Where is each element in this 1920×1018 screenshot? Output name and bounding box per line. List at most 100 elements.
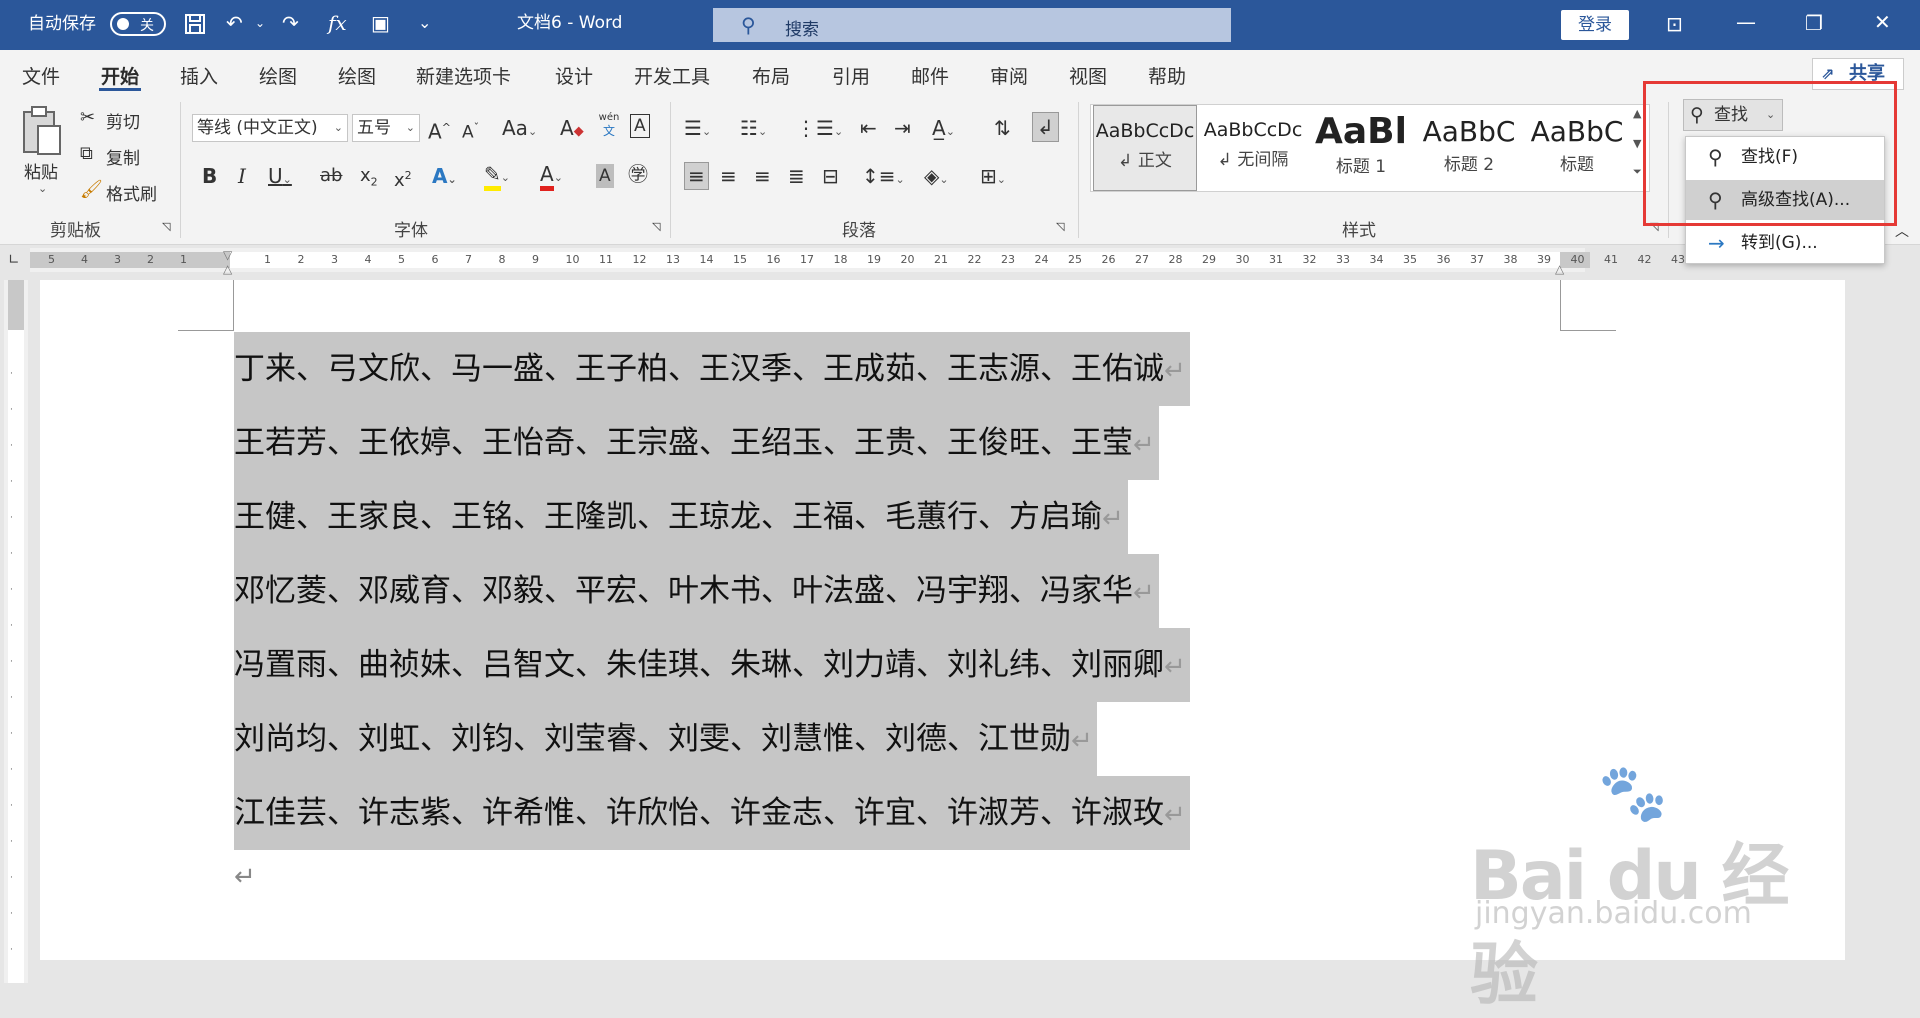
document-line[interactable]: 冯置雨、曲祯妹、吕智文、朱佳琪、朱琳、刘力靖、刘礼纬、刘丽卿↵ xyxy=(234,628,1190,702)
right-indent-marker[interactable]: △ xyxy=(1555,262,1564,276)
highlight-color-icon[interactable]: ✎⌄ xyxy=(484,162,510,191)
gallery-more-icon[interactable]: ⏷ xyxy=(1633,165,1642,179)
customize-qat-icon[interactable]: ⌄ xyxy=(418,11,431,35)
paste-icon[interactable] xyxy=(18,104,68,158)
horizontal-ruler[interactable]: 54321 1 2 3 4 5 6 7 8 9 10 11 12 13 14 15 16 17 18 19 20 21 2… xyxy=(30,248,1685,276)
restore-icon[interactable]: ❐ xyxy=(1805,11,1823,35)
style-normal[interactable]: AaBbCcDc ↲ 正文 xyxy=(1093,105,1197,191)
tab-view[interactable]: 视图 xyxy=(1069,62,1107,89)
menu-item-goto[interactable]: → 转到(G)... xyxy=(1686,223,1884,263)
phonetic-guide-icon[interactable]: wén 文 xyxy=(596,112,622,142)
paragraph-launcher-icon[interactable]: ◹ xyxy=(1056,220,1064,233)
shading-icon[interactable]: ◈⌄ xyxy=(924,164,949,192)
tab-help[interactable]: 帮助 xyxy=(1148,62,1186,89)
document-line[interactable]: 王健、王家良、王铭、王隆凯、王琼龙、王福、毛蕙行、方启瑜↵ xyxy=(234,480,1128,554)
autosave-toggle[interactable]: 关 xyxy=(110,12,166,36)
login-button[interactable]: 登录 xyxy=(1561,10,1629,40)
character-border-icon[interactable]: A xyxy=(630,114,650,138)
hanging-indent-marker[interactable]: △ xyxy=(223,262,232,276)
save-icon[interactable] xyxy=(183,12,207,41)
numbering-icon[interactable]: ☷⌄ xyxy=(740,116,767,144)
style-no-spacing[interactable]: AaBbCcDc ↲ 无间隔 xyxy=(1201,105,1305,191)
tab-layout[interactable]: 布局 xyxy=(752,62,790,89)
clipboard-launcher-icon[interactable]: ◹ xyxy=(162,220,170,233)
paste-dropdown-icon[interactable]: ⌄ xyxy=(38,182,47,195)
redo-icon[interactable]: ↷ xyxy=(282,11,299,35)
line-spacing-icon[interactable]: ↕≡⌄ xyxy=(862,164,905,192)
increase-indent-icon[interactable]: ⇥ xyxy=(894,116,911,140)
text-effects-icon[interactable]: A⌄ xyxy=(432,164,457,192)
share-button[interactable]: ⇗ 共享 xyxy=(1812,58,1904,90)
undo-icon[interactable]: ↶ xyxy=(226,11,243,35)
clear-formatting-icon[interactable]: A◆ xyxy=(560,116,584,144)
justify-icon[interactable]: ≣ xyxy=(788,164,805,188)
character-shading-icon[interactable]: A xyxy=(596,164,614,188)
distributed-icon[interactable]: ⊟ xyxy=(822,164,839,188)
paste-button[interactable]: 粘贴 xyxy=(24,158,58,183)
italic-icon[interactable]: I xyxy=(238,164,246,188)
tab-insert[interactable]: 插入 xyxy=(180,62,218,89)
sort-icon[interactable]: ⇅ xyxy=(994,116,1011,140)
tab-home[interactable]: 开始 xyxy=(101,62,139,89)
find-button[interactable]: ⚲ 查找 ⌄ xyxy=(1683,99,1783,131)
font-name-select[interactable]: 等线 (中文正文) ⌄ xyxy=(192,114,348,142)
chinese-layout-icon[interactable]: A̲⌄ xyxy=(932,116,955,144)
cut-button[interactable]: 剪切 xyxy=(106,108,140,133)
gallery-scroll-up-icon[interactable]: ▲ xyxy=(1633,107,1641,120)
tab-design[interactable]: 设计 xyxy=(555,62,593,89)
document-line[interactable]: 王若芳、王依婷、王怡奇、王宗盛、王绍玉、王贵、王俊旺、王莹↵ xyxy=(234,406,1159,480)
bullets-icon[interactable]: ☰⌄ xyxy=(684,116,711,144)
tab-file[interactable]: 文件 xyxy=(22,62,60,89)
superscript-icon[interactable]: x2 xyxy=(394,164,412,193)
first-line-indent-marker[interactable]: ▽ xyxy=(223,248,232,262)
touch-mode-icon[interactable]: ▣ xyxy=(371,11,390,35)
style-heading-2[interactable]: AaBbC 标题 2 xyxy=(1417,105,1521,191)
style-heading-1[interactable]: AaBl 标题 1 xyxy=(1309,105,1413,191)
change-case-icon[interactable]: Aa⌄ xyxy=(502,116,537,144)
show-marks-icon[interactable]: ↲ xyxy=(1032,112,1059,142)
function-icon[interactable]: fx xyxy=(328,11,347,35)
multilevel-list-icon[interactable]: ⋮☰⌄ xyxy=(796,116,843,144)
tab-draw[interactable]: 绘图 xyxy=(259,62,297,89)
align-center-icon[interactable]: ≡ xyxy=(720,164,737,188)
bold-icon[interactable]: B xyxy=(202,164,217,188)
format-painter-button[interactable]: 格式刷 xyxy=(106,180,157,205)
vertical-ruler[interactable]: · · · · · · · · · · · · · · · · · xyxy=(4,280,28,983)
tab-references[interactable]: 引用 xyxy=(832,62,870,89)
document-line[interactable]: 邓忆菱、邓威育、邓毅、平宏、叶木书、叶法盛、冯宇翔、冯家华↵ xyxy=(234,554,1159,628)
gallery-scroll-down-icon[interactable]: ▼ xyxy=(1633,137,1641,150)
minimize-icon[interactable]: — xyxy=(1736,10,1756,34)
align-right-icon[interactable]: ≡ xyxy=(754,164,771,188)
style-title[interactable]: AaBbC 标题 xyxy=(1525,105,1629,191)
borders-icon[interactable]: ⊞⌄ xyxy=(980,164,1006,192)
empty-paragraph-mark[interactable]: ↵ xyxy=(234,862,256,892)
document-line[interactable]: 丁来、弓文欣、马一盛、王子柏、王汉季、王成茹、王志源、王佑诚↵ xyxy=(234,332,1190,406)
menu-item-advanced-find[interactable]: ⚲ 高级查找(A)... xyxy=(1686,180,1884,220)
collapse-ribbon-icon[interactable]: ︿ xyxy=(1895,220,1909,244)
tab-draw-2[interactable]: 绘图 xyxy=(338,62,376,89)
grow-font-icon[interactable]: A^ xyxy=(428,116,451,144)
enclose-characters-icon[interactable]: ㊫ xyxy=(628,162,648,186)
close-icon[interactable]: ✕ xyxy=(1874,10,1891,34)
document-line[interactable]: 江佳芸、许志紫、许希惟、许欣怡、许金志、许宜、许淑芳、许淑玫↵ xyxy=(234,776,1190,850)
font-launcher-icon[interactable]: ◹ xyxy=(652,220,660,233)
tab-developer[interactable]: 开发工具 xyxy=(634,62,710,89)
tab-selector-icon[interactable]: ∟ xyxy=(8,252,26,270)
underline-icon[interactable]: U⌄ xyxy=(268,164,292,192)
ribbon-display-icon[interactable]: ⊡ xyxy=(1666,12,1683,36)
undo-dropdown-icon[interactable]: ⌄ xyxy=(255,11,265,35)
copy-button[interactable]: 复制 xyxy=(106,144,140,169)
strikethrough-icon[interactable]: ab xyxy=(320,164,342,188)
tab-mailings[interactable]: 邮件 xyxy=(911,62,949,89)
menu-item-find[interactable]: ⚲ 查找(F) xyxy=(1686,137,1884,177)
font-size-select[interactable]: 五号 ⌄ xyxy=(352,114,420,142)
align-left-icon[interactable]: ≡ xyxy=(684,162,709,190)
styles-launcher-icon[interactable]: ◹ xyxy=(1650,220,1658,233)
document-line[interactable]: 刘尚均、刘虹、刘钧、刘莹睿、刘雯、刘慧惟、刘德、江世勋↵ xyxy=(234,702,1097,776)
search-box[interactable]: ⚲ 搜索 xyxy=(713,8,1231,42)
font-color-icon[interactable]: A⌄ xyxy=(540,162,563,191)
decrease-indent-icon[interactable]: ⇤ xyxy=(860,116,877,140)
tab-new-tab[interactable]: 新建选项卡 xyxy=(416,62,511,89)
tab-review[interactable]: 审阅 xyxy=(990,62,1028,89)
shrink-font-icon[interactable]: Aˇ xyxy=(462,116,479,145)
